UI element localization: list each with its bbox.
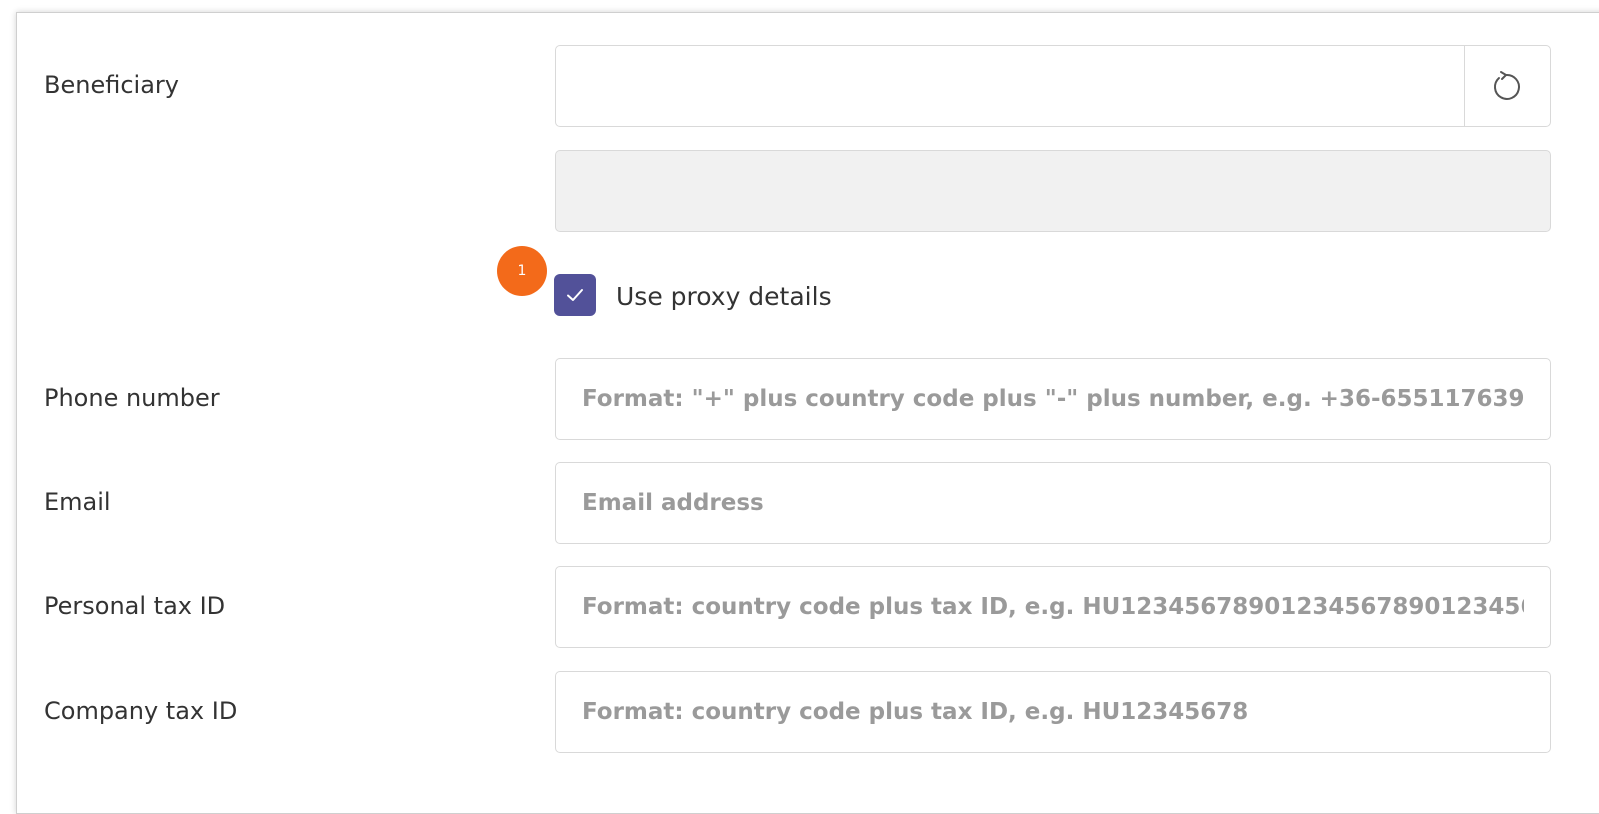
company-tax-field[interactable] bbox=[555, 671, 1551, 753]
beneficiary-field[interactable] bbox=[555, 45, 1551, 127]
personal-tax-label: Personal tax ID bbox=[44, 592, 226, 620]
phone-field[interactable] bbox=[555, 358, 1551, 440]
reset-button[interactable] bbox=[1464, 46, 1550, 126]
phone-label: Phone number bbox=[44, 384, 220, 412]
checkmark-icon bbox=[567, 289, 583, 301]
personal-tax-input[interactable] bbox=[556, 567, 1550, 647]
beneficiary-details-field bbox=[555, 150, 1551, 232]
phone-input[interactable] bbox=[556, 359, 1550, 439]
company-tax-input[interactable] bbox=[556, 672, 1550, 752]
step-badge: 1 bbox=[497, 246, 547, 296]
company-tax-label: Company tax ID bbox=[44, 697, 238, 725]
beneficiary-details-input bbox=[556, 151, 1550, 231]
proxy-checkbox-label[interactable]: Use proxy details bbox=[616, 282, 832, 311]
reset-icon bbox=[1493, 71, 1520, 100]
email-label: Email bbox=[44, 488, 111, 516]
beneficiary-input[interactable] bbox=[556, 46, 1550, 126]
beneficiary-label: Beneficiary bbox=[44, 71, 179, 99]
proxy-checkbox[interactable] bbox=[554, 274, 596, 316]
email-field[interactable] bbox=[555, 462, 1551, 544]
email-input[interactable] bbox=[556, 463, 1550, 543]
personal-tax-field[interactable] bbox=[555, 566, 1551, 648]
